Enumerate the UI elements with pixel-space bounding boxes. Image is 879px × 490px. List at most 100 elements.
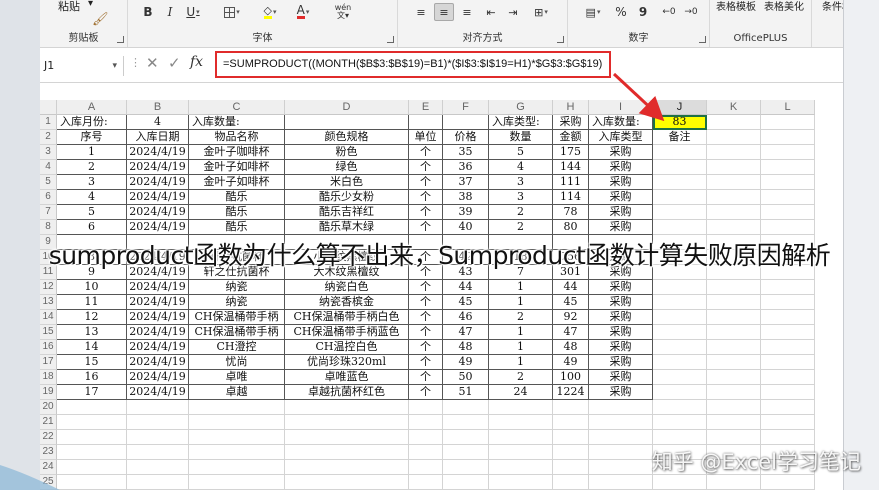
- cell-h23[interactable]: [553, 445, 589, 460]
- cell-j4[interactable]: [653, 160, 707, 175]
- cell-g4[interactable]: 4: [489, 160, 553, 175]
- cell-l13[interactable]: [761, 295, 815, 310]
- cell-i7[interactable]: 采购: [589, 205, 653, 220]
- cell-h12[interactable]: 44: [553, 280, 589, 295]
- cell-a2[interactable]: 序号: [57, 130, 127, 145]
- cell-i16[interactable]: 采购: [589, 340, 653, 355]
- cell-h2[interactable]: 金额: [553, 130, 589, 145]
- cell-d14[interactable]: CH保温桶带手柄白色: [285, 310, 409, 325]
- cell-l2[interactable]: [761, 130, 815, 145]
- cell-f19[interactable]: 51: [443, 385, 489, 400]
- cell-j21[interactable]: [653, 415, 707, 430]
- cell-f14[interactable]: 46: [443, 310, 489, 325]
- row-header[interactable]: 16: [40, 340, 57, 355]
- column-header-f[interactable]: F: [443, 100, 489, 115]
- cell-k7[interactable]: [707, 205, 761, 220]
- cell-g14[interactable]: 2: [489, 310, 553, 325]
- cell-h3[interactable]: 175: [553, 145, 589, 160]
- name-box[interactable]: J1 ▾: [40, 56, 124, 76]
- cell-d21[interactable]: [285, 415, 409, 430]
- row-header[interactable]: 7: [40, 205, 57, 220]
- cell-e6[interactable]: 个: [409, 190, 443, 205]
- fill-color-dropdown-icon[interactable]: ▾: [273, 8, 277, 16]
- cell-d20[interactable]: [285, 400, 409, 415]
- cell-c6[interactable]: 酷乐: [189, 190, 285, 205]
- cell-j6[interactable]: [653, 190, 707, 205]
- cell-e13[interactable]: 个: [409, 295, 443, 310]
- cell-f25[interactable]: [443, 475, 489, 490]
- cell-a1[interactable]: 入库月份:: [57, 115, 127, 130]
- cell-c3[interactable]: 金叶子咖啡杯: [189, 145, 285, 160]
- cell-a23[interactable]: [57, 445, 127, 460]
- row-header[interactable]: 22: [40, 430, 57, 445]
- cell-c20[interactable]: [189, 400, 285, 415]
- column-header-b[interactable]: B: [127, 100, 189, 115]
- cell-h24[interactable]: [553, 460, 589, 475]
- cell-a21[interactable]: [57, 415, 127, 430]
- column-header-g[interactable]: G: [489, 100, 553, 115]
- cell-d3[interactable]: 粉色: [285, 145, 409, 160]
- cell-l8[interactable]: [761, 220, 815, 235]
- cell-b1[interactable]: 4: [127, 115, 189, 130]
- cell-l15[interactable]: [761, 325, 815, 340]
- cell-f21[interactable]: [443, 415, 489, 430]
- cell-g12[interactable]: 1: [489, 280, 553, 295]
- clipboard-launcher-icon[interactable]: [117, 36, 124, 43]
- cell-b24[interactable]: [127, 460, 189, 475]
- row-header[interactable]: 13: [40, 295, 57, 310]
- table-template-button[interactable]: 表格模板: [716, 0, 756, 13]
- cell-k25[interactable]: [707, 475, 761, 490]
- cell-g22[interactable]: [489, 430, 553, 445]
- row-header[interactable]: 17: [40, 355, 57, 370]
- cell-d2[interactable]: 颜色规格: [285, 130, 409, 145]
- cell-h22[interactable]: [553, 430, 589, 445]
- cell-c5[interactable]: 金叶子如啡杯: [189, 175, 285, 190]
- column-header-d[interactable]: D: [285, 100, 409, 115]
- cell-c13[interactable]: 纳瓷: [189, 295, 285, 310]
- cell-j13[interactable]: [653, 295, 707, 310]
- cell-f17[interactable]: 49: [443, 355, 489, 370]
- cell-d1[interactable]: [285, 115, 409, 130]
- column-header-i[interactable]: I: [589, 100, 653, 115]
- cell-d22[interactable]: [285, 430, 409, 445]
- cell-e15[interactable]: 个: [409, 325, 443, 340]
- cell-c8[interactable]: 酷乐: [189, 220, 285, 235]
- cell-f2[interactable]: 价格: [443, 130, 489, 145]
- increase-indent-icon[interactable]: ⇥: [504, 3, 522, 21]
- row-header[interactable]: 12: [40, 280, 57, 295]
- cell-e18[interactable]: 个: [409, 370, 443, 385]
- cell-k19[interactable]: [707, 385, 761, 400]
- number-launcher-icon[interactable]: [699, 36, 706, 43]
- cell-i6[interactable]: 采购: [589, 190, 653, 205]
- cell-h20[interactable]: [553, 400, 589, 415]
- cell-f7[interactable]: 39: [443, 205, 489, 220]
- cell-l17[interactable]: [761, 355, 815, 370]
- name-box-dropdown-icon[interactable]: ▾: [112, 56, 117, 76]
- align-left-icon[interactable]: ≡: [412, 3, 430, 21]
- cell-k21[interactable]: [707, 415, 761, 430]
- cell-c19[interactable]: 卓越: [189, 385, 285, 400]
- cell-h25[interactable]: [553, 475, 589, 490]
- cell-i23[interactable]: [589, 445, 653, 460]
- decrease-indent-icon[interactable]: ⇤: [482, 3, 500, 21]
- cell-k17[interactable]: [707, 355, 761, 370]
- column-header-c[interactable]: C: [189, 100, 285, 115]
- cell-i22[interactable]: [589, 430, 653, 445]
- cell-d13[interactable]: 纳瓷香槟金: [285, 295, 409, 310]
- cell-h4[interactable]: 144: [553, 160, 589, 175]
- cell-e12[interactable]: 个: [409, 280, 443, 295]
- cell-g23[interactable]: [489, 445, 553, 460]
- cell-l7[interactable]: [761, 205, 815, 220]
- cell-a3[interactable]: 1: [57, 145, 127, 160]
- cell-l14[interactable]: [761, 310, 815, 325]
- cell-j3[interactable]: [653, 145, 707, 160]
- cell-h17[interactable]: 49: [553, 355, 589, 370]
- cell-l22[interactable]: [761, 430, 815, 445]
- cell-e23[interactable]: [409, 445, 443, 460]
- cell-e24[interactable]: [409, 460, 443, 475]
- cell-k14[interactable]: [707, 310, 761, 325]
- cell-d6[interactable]: 酷乐少女粉: [285, 190, 409, 205]
- row-header[interactable]: 4: [40, 160, 57, 175]
- cell-i13[interactable]: 采购: [589, 295, 653, 310]
- cell-a16[interactable]: 14: [57, 340, 127, 355]
